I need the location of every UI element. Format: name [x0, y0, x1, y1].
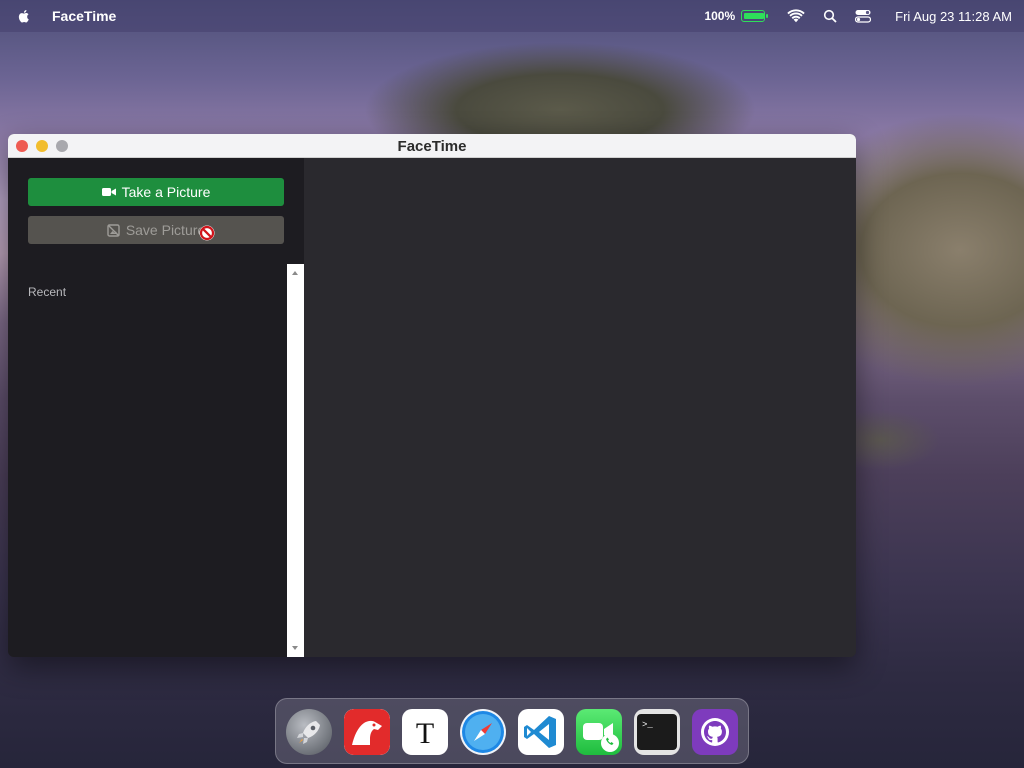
typora-icon[interactable]: T — [402, 709, 448, 755]
window-titlebar[interactable]: FaceTime — [8, 134, 856, 158]
menu-app-name[interactable]: FaceTime — [52, 8, 116, 24]
recent-heading: Recent — [28, 285, 67, 299]
bear-app-icon[interactable] — [344, 709, 390, 755]
scroll-up-arrow-icon[interactable] — [292, 271, 298, 275]
wifi-icon[interactable] — [787, 9, 805, 23]
sidebar: Take a Picture Save Picture Recent — [8, 158, 304, 657]
control-center-icon[interactable] — [855, 9, 872, 23]
facetime-icon[interactable] — [576, 709, 622, 755]
menu-clock[interactable]: Fri Aug 23 11:28 AM — [895, 9, 1012, 24]
svg-text:T: T — [416, 717, 434, 750]
recent-scrollbar[interactable] — [287, 264, 304, 657]
apple-icon[interactable] — [16, 8, 32, 24]
save-picture-label: Save Picture — [125, 222, 206, 238]
no-photo-icon — [107, 223, 120, 237]
search-icon[interactable] — [823, 9, 837, 23]
battery-percent: 100% — [704, 9, 736, 23]
video-camera-icon — [101, 187, 116, 197]
battery-icon[interactable] — [741, 10, 769, 22]
launchpad-icon[interactable] — [286, 709, 332, 755]
camera-preview-area — [304, 158, 856, 657]
window-title: FaceTime — [397, 138, 467, 155]
save-picture-button[interactable]: Save Picture — [28, 216, 284, 244]
not-allowed-cursor-icon — [198, 224, 216, 242]
facetime-window: FaceTime Take a Picture Save Picture Rec… — [8, 134, 856, 657]
take-picture-label: Take a Picture — [121, 184, 211, 200]
menu-bar: FaceTime 100% Fri Aug 23 11:28 AM — [0, 0, 1024, 32]
svg-text:>_: >_ — [642, 720, 653, 730]
scroll-down-arrow-icon[interactable] — [292, 646, 298, 650]
safari-icon[interactable] — [460, 709, 506, 755]
dock: T >_ — [275, 698, 749, 764]
take-picture-button[interactable]: Take a Picture — [28, 178, 284, 206]
github-icon[interactable] — [692, 709, 738, 755]
terminal-icon[interactable]: >_ — [634, 709, 680, 755]
vscode-icon[interactable] — [518, 709, 564, 755]
